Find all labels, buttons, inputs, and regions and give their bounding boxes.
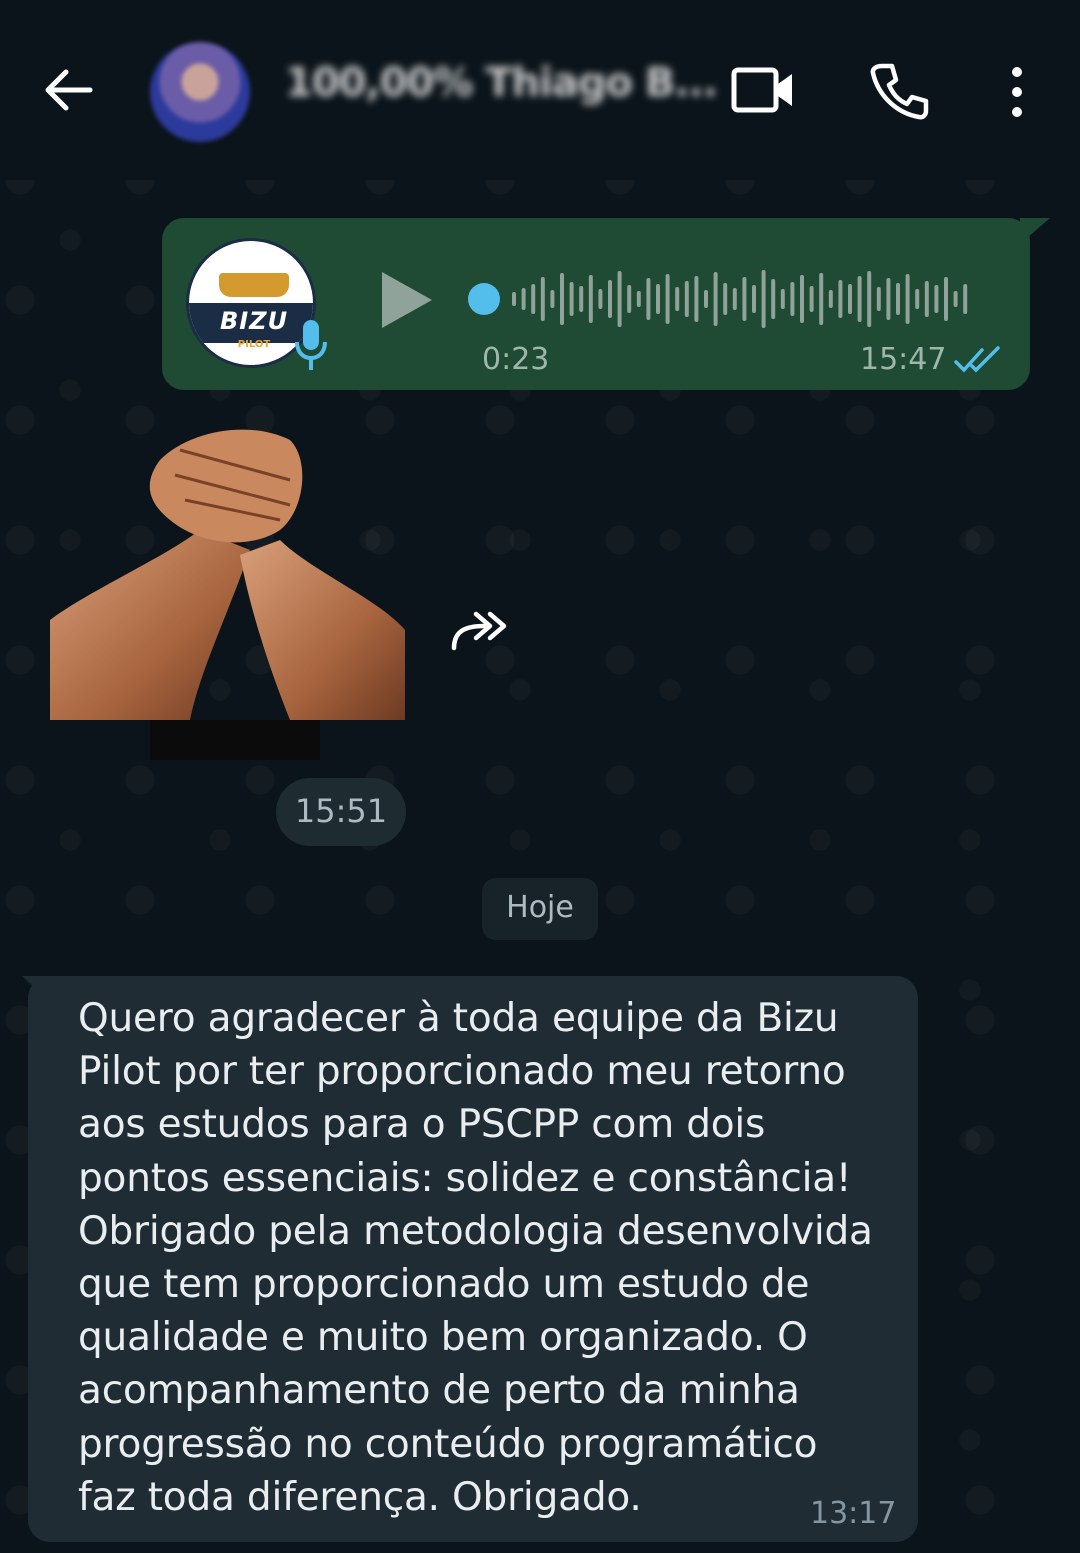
- message-line: aos estudos para o PSCPP com dois: [78, 1102, 766, 1148]
- video-call-icon[interactable]: [730, 62, 796, 118]
- waveform-bar: [531, 284, 536, 314]
- waveform-bar: [867, 271, 872, 327]
- playback-scrubber[interactable]: [468, 283, 500, 315]
- waveform-bar: [540, 277, 545, 321]
- read-receipt-icon: [954, 346, 1000, 373]
- message-line: acompanhamento de perto da minha: [78, 1368, 800, 1414]
- waveform-bar: [761, 270, 766, 328]
- waveform-bar: [512, 292, 516, 306]
- waveform-bar: [819, 273, 824, 325]
- waveform-bar: [617, 271, 622, 327]
- voice-duration: 0:23: [482, 342, 550, 377]
- waveform-bar: [694, 276, 699, 322]
- waveform-bar: [771, 279, 776, 319]
- message-line: progressão no conteúdo programático: [78, 1421, 818, 1467]
- voice-timestamp: 15:47: [860, 342, 947, 377]
- forward-icon[interactable]: [448, 608, 512, 654]
- waveform-bar: [924, 281, 929, 317]
- waveform-bar: [752, 285, 756, 313]
- waveform-bar: [723, 283, 728, 315]
- ship-logo-icon: [219, 273, 289, 297]
- message-line: que tem proporcionado um estudo de: [78, 1262, 810, 1308]
- waveform-bar: [953, 291, 958, 307]
- waveform-bar: [886, 278, 891, 320]
- sticker-caption: [150, 720, 320, 760]
- waveform-bar: [732, 288, 737, 310]
- waveform-bar: [588, 275, 593, 323]
- arm-wrestling-sticker[interactable]: [50, 420, 415, 770]
- sticker-timestamp: 15:51: [294, 792, 388, 830]
- waveform-bar: [675, 287, 680, 311]
- message-line: qualidade e muito bem organizado. O: [78, 1315, 808, 1361]
- waveform-bar: [560, 273, 564, 325]
- message-line: Pilot por ter proporcionado meu retorno: [78, 1049, 846, 1095]
- waveform-bar: [684, 281, 689, 317]
- date-separator-label: Hoje: [506, 890, 574, 925]
- waveform-bar: [569, 282, 574, 316]
- waveform-bar: [848, 284, 852, 314]
- message-text[interactable]: Quero agradecer à toda equipe da Bizu Pi…: [78, 992, 898, 1524]
- waveform-bar: [915, 289, 920, 309]
- waveform-bar: [934, 285, 939, 313]
- contact-avatar[interactable]: [150, 42, 250, 142]
- contact-name[interactable]: 100,00% Thiago B...: [285, 60, 718, 106]
- microphone-icon: [295, 320, 327, 370]
- chat-header: 100,00% Thiago B...: [0, 0, 1080, 180]
- waveform-bar: [608, 280, 612, 318]
- waveform-bar: [896, 283, 900, 315]
- message-line: faz toda diferença. Obrigado.: [78, 1474, 642, 1520]
- phone-call-icon[interactable]: [868, 60, 930, 122]
- waveform-bar: [876, 287, 881, 311]
- waveform-bar: [665, 274, 670, 324]
- message-line: Quero agradecer à toda equipe da Bizu: [78, 996, 839, 1041]
- waveform-bar: [598, 289, 603, 309]
- waveform-bar: [579, 286, 584, 312]
- waveform-bar: [838, 280, 843, 318]
- audio-waveform[interactable]: [468, 262, 988, 336]
- waveform-bar: [627, 285, 632, 313]
- waveform-bar: [636, 291, 641, 307]
- waveform-bar: [656, 284, 660, 314]
- back-arrow-icon[interactable]: [40, 62, 96, 118]
- waveform-bar: [905, 274, 910, 324]
- message-timestamp: 13:17: [810, 1496, 897, 1531]
- message-line: Obrigado pela metodologia desenvolvida: [78, 1208, 873, 1254]
- waveform-bar: [646, 278, 651, 320]
- waveform-bar: [742, 277, 747, 321]
- waveform-bar: [550, 290, 555, 308]
- waveform-bar: [828, 290, 833, 308]
- waveform-bar: [713, 272, 718, 326]
- waveform-bar: [944, 277, 948, 321]
- waveform-bar: [809, 286, 814, 312]
- waveform-bar: [521, 288, 526, 310]
- play-icon[interactable]: [378, 268, 436, 332]
- waveform-bar: [800, 275, 804, 323]
- waveform-bar: [780, 289, 785, 309]
- waveform-bar: [963, 284, 968, 314]
- message-line: pontos essenciais: solidez e constância!: [78, 1155, 852, 1201]
- more-options-icon[interactable]: [1005, 62, 1029, 122]
- waveform-bar: [857, 276, 862, 322]
- waveform-bar: [790, 282, 795, 316]
- waveform-bar: [704, 290, 708, 308]
